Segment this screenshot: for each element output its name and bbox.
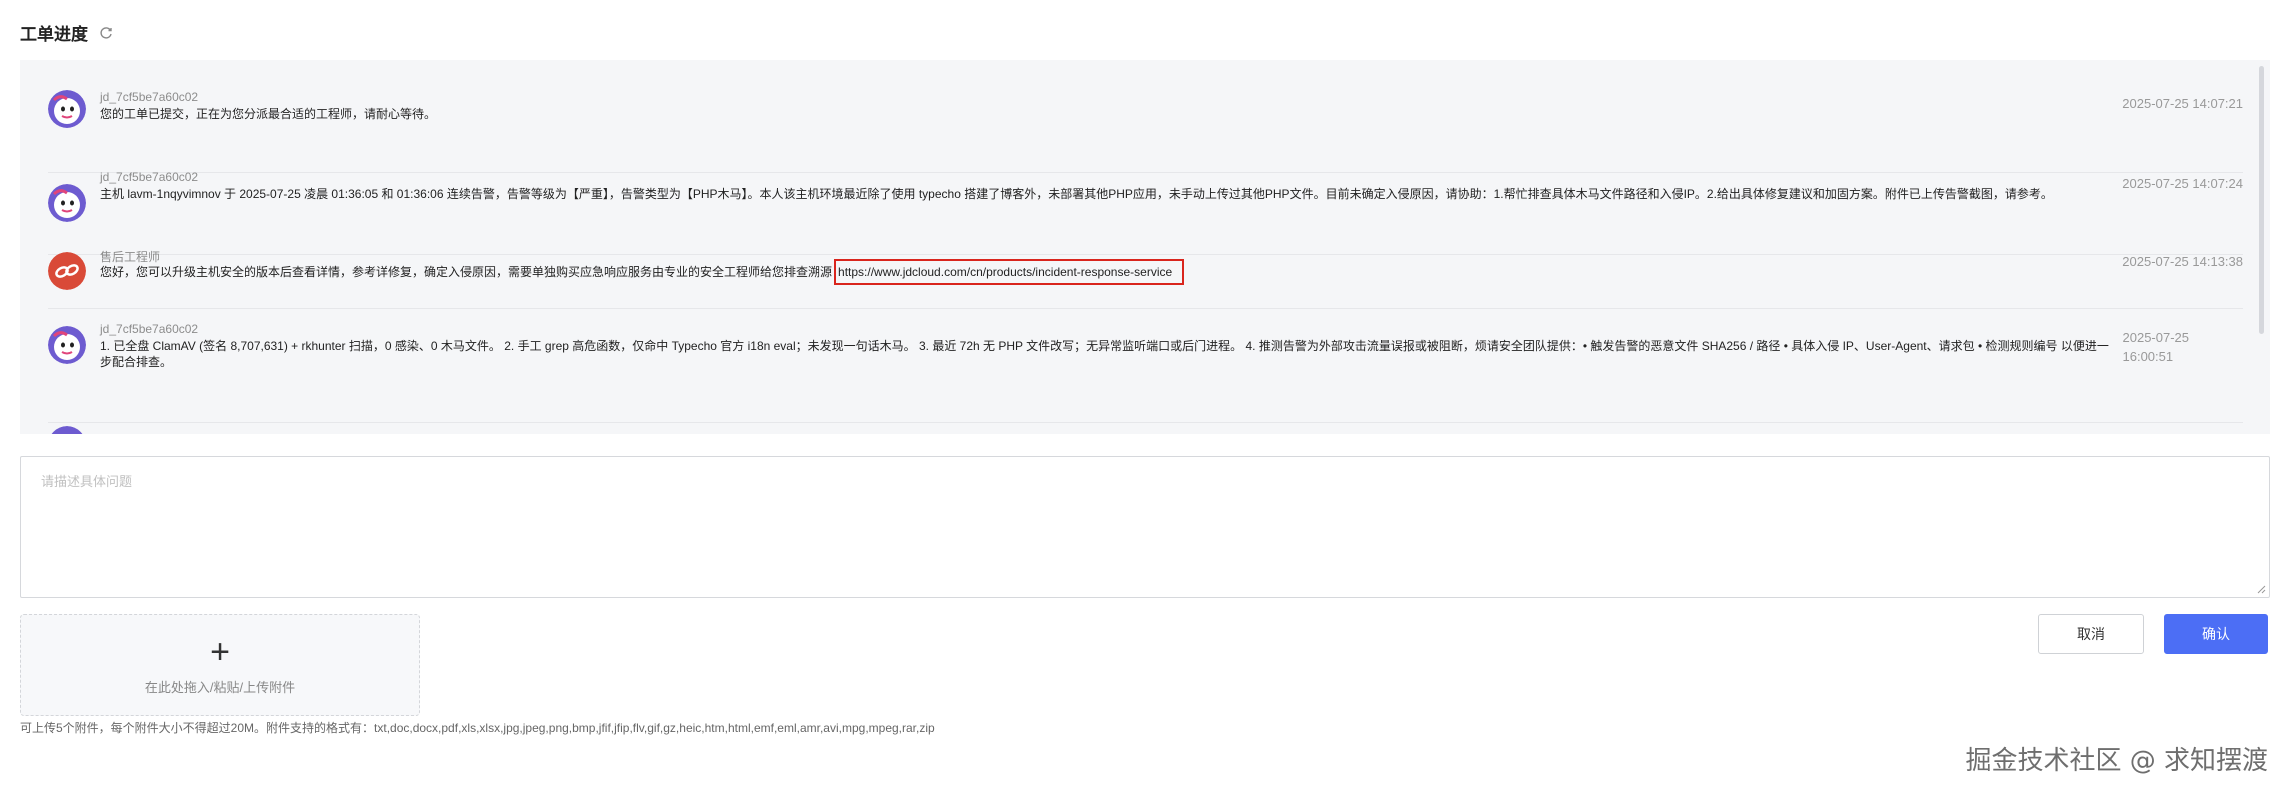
message-time: 2025-07-25 14:07:24: [2122, 176, 2243, 191]
message-text: 您的工单已提交，正在为您分派最合适的工程师，请耐心等待。: [100, 107, 437, 121]
message-text-continued: 步配合排查。: [100, 355, 173, 369]
message-user: jd_7cf5be7a60c02: [100, 322, 199, 336]
confirm-button[interactable]: 确认: [2164, 614, 2268, 654]
page-title: 工单进度: [20, 25, 88, 44]
message-item: jd_7cf5be7a60c02 您的工单已提交，正在为您分派最合适的工程师，请…: [48, 84, 2243, 173]
resize-handle-icon[interactable]: [2257, 585, 2266, 594]
message-item: jd_7cf5be7a60c02 1. 已全盘 ClamAV (签名 8,707…: [48, 322, 2243, 423]
message-item: 售后工程师 您好，您可以升级主机安全的版本后查看详情，参考详修复，确定入侵原因，…: [48, 250, 2243, 309]
incident-response-link[interactable]: https://www.jdcloud.com/cn/products/inci…: [834, 259, 1185, 285]
user-avatar-icon: [48, 426, 86, 434]
watermark: 掘金技术社区 @ 求知摆渡: [1965, 746, 2268, 776]
message-clock: 16:00:51: [2122, 349, 2174, 364]
engineer-avatar-icon: [48, 252, 86, 290]
description-input[interactable]: [21, 457, 2269, 597]
description-input-box[interactable]: [20, 456, 2270, 598]
message-user: 售后工程师: [100, 250, 161, 264]
cancel-button[interactable]: 取消: [2038, 614, 2144, 654]
progress-panel: jd_7cf5be7a60c02 您的工单已提交，正在为您分派最合适的工程师，请…: [20, 60, 2270, 434]
message-time: 2025-07-25 14:07:21: [2122, 96, 2243, 111]
message-user: jd_7cf5be7a60c02: [100, 170, 199, 184]
scrollbar[interactable]: [2259, 66, 2264, 334]
message-item: jd_7cf5be7a60c02 主机 lavm-1nqyvimnov 于 20…: [48, 170, 2243, 255]
upload-hint: 可上传5个附件，每个附件大小不得超过20M。附件支持的格式有：txt,doc,d…: [20, 721, 935, 735]
message-date: 2025-07-25: [2122, 330, 2190, 345]
message-user: jd_7cf5be7a60c02: [100, 90, 199, 104]
message-time: 2025-07-25 16:00:51: [2123, 330, 2190, 364]
message-text: 主机 lavm-1nqyvimnov 于 2025-07-25 凌晨 01:36…: [100, 187, 2053, 201]
message-text-body: 您好，您可以升级主机安全的版本后查看详情，参考详修复，确定入侵原因，需要单独购买…: [100, 265, 833, 279]
message-text: 1. 已全盘 ClamAV (签名 8,707,631) + rkhunter …: [100, 339, 2109, 353]
user-avatar-icon: [48, 326, 86, 364]
refresh-icon[interactable]: [98, 25, 114, 41]
plus-icon: +: [210, 632, 230, 671]
user-avatar-icon: [48, 184, 86, 222]
message-time: 2025-07-25 14:13:38: [2122, 254, 2243, 269]
message-text: 您好，您可以升级主机安全的版本后查看详情，参考详修复，确定入侵原因，需要单独购买…: [100, 259, 1185, 285]
title-row: 工单进度: [20, 20, 114, 45]
user-avatar-icon: [48, 90, 86, 128]
upload-label: 在此处拖入/粘贴/上传附件: [144, 679, 296, 695]
upload-dropzone[interactable]: + 在此处拖入/粘贴/上传附件: [20, 614, 420, 716]
